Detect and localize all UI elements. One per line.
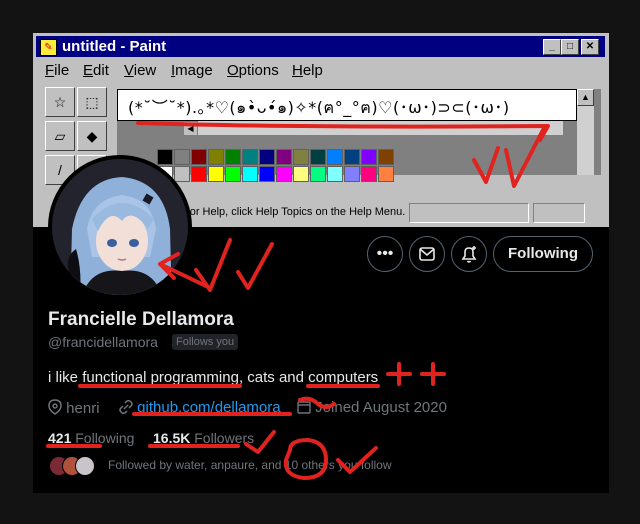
palette-swatch[interactable]: [276, 149, 292, 165]
palette-swatch[interactable]: [191, 166, 207, 182]
follows-you-badge: Follows you: [172, 334, 239, 350]
close-button[interactable]: ✕: [581, 39, 599, 55]
palette-swatch[interactable]: [378, 166, 394, 182]
link-icon: [119, 399, 133, 415]
palette-swatch[interactable]: [310, 149, 326, 165]
menu-file[interactable]: File: [45, 62, 69, 79]
palette-swatch[interactable]: [259, 149, 275, 165]
palette-swatch[interactable]: [293, 166, 309, 182]
followers-count-link[interactable]: 16.5K Followers: [153, 430, 254, 446]
location: henri: [48, 399, 100, 417]
bio-text: computers: [308, 369, 379, 386]
eraser-icon[interactable]: ▱: [45, 121, 75, 151]
minimize-button[interactable]: _: [543, 39, 561, 55]
followers-label: Followers: [194, 430, 255, 446]
palette-swatch[interactable]: [208, 149, 224, 165]
menu-view[interactable]: View: [124, 62, 156, 79]
profile-card: ✎ untitled - Paint _ □ ✕ File Edit View …: [33, 33, 609, 493]
horizontal-scrollbar[interactable]: ◀: [183, 121, 563, 136]
location-pin-icon: [48, 399, 62, 415]
scroll-left-icon[interactable]: ◀: [183, 121, 198, 136]
handle: @francidellamora: [48, 334, 158, 350]
following-count: 421: [48, 430, 72, 446]
palette-swatch[interactable]: [344, 149, 360, 165]
message-button[interactable]: [409, 236, 445, 272]
menu-help[interactable]: Help: [292, 62, 323, 79]
paint-app-icon: ✎: [40, 39, 57, 56]
paint-title: untitled - Paint: [62, 38, 167, 55]
followed-by-text[interactable]: Followed by water, anpaure, and 10 other…: [108, 458, 392, 472]
website: github.com/dellamora: [119, 399, 281, 416]
followers-count: 16.5K: [153, 430, 191, 446]
website-link[interactable]: github.com/dellamora: [137, 399, 280, 416]
location-text: henri: [66, 400, 100, 417]
palette-swatch[interactable]: [344, 166, 360, 182]
status-size-box: [533, 203, 585, 223]
notify-button[interactable]: [451, 236, 487, 272]
fill-icon[interactable]: ◆: [77, 121, 107, 151]
paint-menubar: File Edit View Image Options Help: [36, 60, 605, 80]
avatar[interactable]: [48, 155, 192, 299]
rect-select-icon[interactable]: ⬚: [77, 87, 107, 117]
menu-image[interactable]: Image: [171, 62, 213, 79]
palette-swatch[interactable]: [242, 166, 258, 182]
status-coords-box: [409, 203, 529, 223]
following-label: Following: [75, 430, 135, 446]
join-date: Joined August 2020: [297, 399, 447, 416]
display-name: Francielle Dellamora: [48, 309, 234, 330]
palette-swatch[interactable]: [327, 149, 343, 165]
palette-swatch[interactable]: [378, 149, 394, 165]
palette-swatch[interactable]: [157, 149, 173, 165]
palette-swatch[interactable]: [276, 166, 292, 182]
bell-plus-icon: [461, 246, 477, 263]
palette-swatch[interactable]: [242, 149, 258, 165]
palette-swatch[interactable]: [208, 166, 224, 182]
maximize-button[interactable]: □: [561, 39, 579, 55]
vertical-scrollbar[interactable]: ▲: [577, 89, 594, 175]
follower-avatar[interactable]: [75, 456, 95, 476]
palette-swatch[interactable]: [361, 166, 377, 182]
status-message: For Help, click Help Topics on the Help …: [183, 206, 406, 218]
paint-titlebar: ✎ untitled - Paint _ □ ✕: [36, 36, 605, 57]
palette-swatch[interactable]: [327, 166, 343, 182]
following-button[interactable]: Following: [493, 236, 593, 272]
palette-swatch[interactable]: [310, 166, 326, 182]
paint-statusbar: For Help, click Help Topics on the Help …: [173, 203, 609, 223]
menu-edit[interactable]: Edit: [83, 62, 109, 79]
calendar-icon: [297, 401, 311, 414]
menu-options[interactable]: Options: [227, 62, 279, 79]
more-options-button[interactable]: •••: [367, 236, 403, 272]
palette-swatch[interactable]: [174, 166, 190, 182]
free-select-icon[interactable]: ☆: [45, 87, 75, 117]
join-date-text: Joined August 2020: [315, 399, 447, 416]
palette-swatch[interactable]: [191, 149, 207, 165]
palette-swatch[interactable]: [259, 166, 275, 182]
avatar-image: [52, 159, 188, 295]
palette-swatch[interactable]: [225, 149, 241, 165]
mail-icon: [419, 247, 435, 261]
palette-swatch[interactable]: [225, 166, 241, 182]
bio-text: i like: [48, 369, 83, 386]
bio-text: functional programming: [82, 369, 239, 386]
palette-swatch[interactable]: [293, 149, 309, 165]
following-count-link[interactable]: 421 Following: [48, 430, 134, 446]
palette-swatch[interactable]: [174, 149, 190, 165]
scroll-up-icon[interactable]: ▲: [577, 89, 594, 106]
bio-text: , cats and: [238, 369, 309, 386]
bio: i like functional programming, cats and …: [48, 369, 378, 386]
paint-canvas[interactable]: (*˘︶˘*).｡*♡(๑•̀ᴗ•́๑)✧*(ฅ°_°ฅ)♡(･ω･)⊃⊂(･ω…: [117, 89, 577, 121]
palette-swatch[interactable]: [361, 149, 377, 165]
kaomoji-text: (*˘︶˘*).｡*♡(๑•̀ᴗ•́๑)✧*(ฅ°_°ฅ)♡(･ω･)⊃⊂(･ω…: [128, 98, 510, 117]
